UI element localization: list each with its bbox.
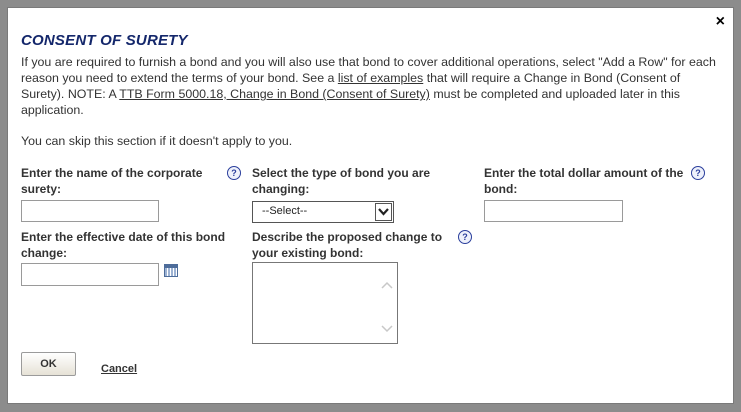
scroll-down-icon[interactable]: [381, 325, 393, 333]
effective-date-label: Enter the effective date of this bond ch…: [21, 230, 226, 260]
bond-type-select[interactable]: --Select--: [252, 201, 394, 223]
ok-button[interactable]: OK: [21, 352, 76, 376]
proposed-change-textarea[interactable]: [252, 262, 398, 344]
scroll-up-icon[interactable]: [381, 281, 393, 289]
change-help-icon[interactable]: ?: [458, 230, 472, 244]
bond-amount-label: Enter the total dollar amount of the bon…: [484, 166, 684, 196]
surety-help-icon[interactable]: ?: [227, 166, 241, 180]
surety-name-label: Enter the name of the corporate surety:: [21, 166, 203, 196]
consent-of-surety-dialog: × CONSENT OF SURETY If you are required …: [7, 7, 734, 404]
amount-help-icon[interactable]: ?: [691, 166, 705, 180]
skip-note: You can skip this section if it doesn't …: [21, 134, 293, 148]
effective-date-input[interactable]: [21, 263, 159, 286]
bond-amount-input[interactable]: [484, 200, 623, 222]
list-of-examples-link[interactable]: list of examples: [338, 71, 423, 85]
bond-type-selected-value: --Select--: [262, 205, 308, 217]
close-icon[interactable]: ×: [716, 13, 725, 31]
chevron-down-icon[interactable]: [375, 203, 392, 221]
bond-type-label: Select the type of bond you are changing…: [252, 166, 431, 196]
dialog-title: CONSENT OF SURETY: [21, 32, 188, 49]
intro-text: If you are required to furnish a bond an…: [21, 54, 721, 118]
cancel-link[interactable]: Cancel: [101, 363, 137, 375]
ttb-form-link[interactable]: TTB Form 5000.18, Change in Bond (Consen…: [119, 87, 430, 101]
surety-name-input[interactable]: [21, 200, 159, 222]
calendar-icon[interactable]: [164, 264, 178, 277]
proposed-change-label: Describe the proposed change to your exi…: [252, 230, 443, 260]
